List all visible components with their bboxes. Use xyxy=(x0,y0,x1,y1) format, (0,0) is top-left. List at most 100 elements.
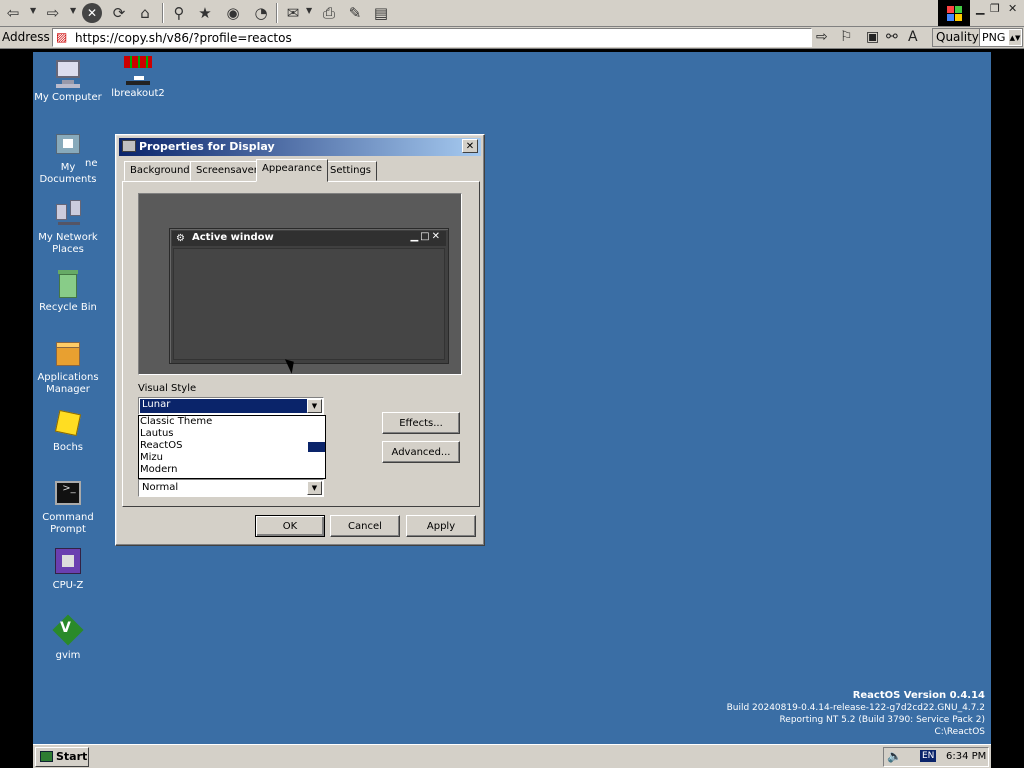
windows-logo-icon xyxy=(938,0,970,26)
url-text: https://copy.sh/v86/?profile=reactos xyxy=(75,31,292,45)
tab-screensaver[interactable]: Screensaver xyxy=(190,161,264,181)
back-dropdown-icon[interactable]: ▼ xyxy=(30,6,36,15)
desktop-icon-command-prompt[interactable]: >_ Command Prompt xyxy=(33,478,103,536)
preview-title-bar: ⚙ Active window ▁□✕ xyxy=(172,231,446,246)
cpu-icon xyxy=(52,546,84,578)
taskbar: Start 🔈 EN 6:34 PM xyxy=(33,744,991,768)
effects-button[interactable]: Effects... xyxy=(382,412,460,434)
style-preview: ⚙ Active window ▁□✕ xyxy=(138,193,462,375)
version-reporting: Reporting NT 5.2 (Build 3790: Service Pa… xyxy=(779,715,985,725)
back-icon[interactable]: ⇦ xyxy=(2,2,24,24)
address-input[interactable]: ▨ https://copy.sh/v86/?profile=reactos xyxy=(52,28,812,47)
save-icon[interactable]: ▣ xyxy=(866,29,879,45)
visual-style-option[interactable]: Mizu xyxy=(139,452,325,464)
tab-appearance[interactable]: Appearance xyxy=(256,159,329,182)
browser-toolbar: ⇦ ▼ ⇨ ▼ ✕ ⟳ ⌂ ⚲ ★ ◉ ◔ ✉ ▼ ⎙ ✎ ▤ ▁ ❐ ✕ xyxy=(0,0,1024,27)
desktop-icon-bochs[interactable]: Bochs xyxy=(33,408,103,454)
preview-client-area xyxy=(173,248,445,360)
terminal-icon: >_ xyxy=(52,478,84,510)
advanced-button[interactable]: Advanced... xyxy=(382,441,460,463)
preview-window-icon: ⚙ xyxy=(176,233,185,244)
quality-button[interactable]: Quality xyxy=(932,28,983,47)
preview-window: ⚙ Active window ▁□✕ xyxy=(169,228,449,364)
vim-icon: V xyxy=(52,614,84,648)
bochs-icon xyxy=(52,408,84,440)
volume-icon[interactable]: 🔈 xyxy=(887,749,902,763)
print-icon[interactable]: ⎙ xyxy=(318,2,340,24)
mail-icon[interactable]: ✉ xyxy=(282,2,304,24)
forward-dropdown-icon[interactable]: ▼ xyxy=(70,6,76,15)
version-path: C:\ReactOS xyxy=(934,727,985,737)
home-icon[interactable]: ⌂ xyxy=(134,2,156,24)
system-tray: 🔈 EN 6:34 PM xyxy=(883,747,989,767)
network-icon xyxy=(52,198,84,230)
selection-highlight xyxy=(308,442,325,452)
visual-style-option[interactable]: Classic Theme xyxy=(139,416,325,428)
color-scheme-select[interactable]: Normal ▼ xyxy=(138,479,324,497)
page-icon: ▨ xyxy=(56,30,68,44)
format-select[interactable]: PNG ▲▼ xyxy=(979,28,1023,47)
desktop-icon-my-computer[interactable]: My Computer xyxy=(33,58,103,104)
bookmark-icon[interactable]: ⚐ xyxy=(840,29,853,45)
tab-settings[interactable]: Settings xyxy=(324,161,378,181)
version-info: ReactOS Version 0.4.14 Build 20240819-0.… xyxy=(727,690,985,738)
dialog-title: Properties for Display xyxy=(139,140,275,153)
dialog-title-bar[interactable]: Properties for Display xyxy=(119,138,481,156)
minimize-icon[interactable]: ▁ xyxy=(976,2,984,15)
format-value: PNG xyxy=(982,31,1006,44)
start-button[interactable]: Start xyxy=(35,747,89,767)
language-indicator[interactable]: EN xyxy=(920,750,937,762)
desktop-icon-cpu-z[interactable]: CPU-Z xyxy=(33,546,103,592)
desktop: My Computer lbreakout2 My Documents ne M… xyxy=(33,52,991,744)
visual-style-label: Visual Style xyxy=(138,383,197,394)
restore-icon[interactable]: ❐ xyxy=(990,2,1000,15)
desktop-icon-network[interactable]: My Network Places xyxy=(33,198,103,256)
favorites-icon[interactable]: ★ xyxy=(194,2,216,24)
ok-button[interactable]: OK xyxy=(255,515,325,537)
partial-icon-label: ne xyxy=(85,158,98,169)
documents-folder-icon xyxy=(52,128,84,160)
recycle-bin-icon xyxy=(52,268,84,300)
visual-style-option[interactable]: Modern xyxy=(139,464,325,476)
edit-icon[interactable]: ✎ xyxy=(344,2,366,24)
app-manager-icon xyxy=(52,338,84,370)
desktop-icon-lbreakout2[interactable]: lbreakout2 xyxy=(103,54,173,100)
go-arrow-icon[interactable]: ⇨ xyxy=(816,29,828,45)
search-icon[interactable]: ⚲ xyxy=(168,2,190,24)
spin-icon: ▲▼ xyxy=(1009,30,1021,45)
clock[interactable]: 6:34 PM xyxy=(946,751,986,762)
refresh-icon[interactable]: ⟳ xyxy=(108,2,130,24)
chevron-down-icon[interactable]: ▼ xyxy=(307,481,322,495)
mail-dropdown-icon[interactable]: ▼ xyxy=(306,6,312,15)
visual-style-select[interactable]: Lunar ▼ xyxy=(138,397,324,415)
address-label: Address xyxy=(2,30,50,44)
preview-window-controls: ▁□✕ xyxy=(410,231,442,242)
stop-icon[interactable]: ✕ xyxy=(82,3,102,23)
game-icon xyxy=(122,54,154,86)
desktop-icon-applications-manager[interactable]: Applications Manager xyxy=(33,338,103,396)
chevron-down-icon[interactable]: ▼ xyxy=(307,399,322,413)
desktop-icon-gvim[interactable]: V gvim xyxy=(33,614,103,662)
history-icon[interactable]: ◉ xyxy=(222,2,244,24)
display-icon xyxy=(122,140,136,152)
media-icon[interactable]: ◔ xyxy=(250,2,272,24)
version-build: Build 20240819-0.4.14-release-122-g7d2cd… xyxy=(726,703,985,713)
text-icon[interactable]: A xyxy=(908,29,918,45)
tab-background[interactable]: Background xyxy=(124,161,196,181)
visual-style-option[interactable]: ReactOS xyxy=(139,440,325,452)
find-icon[interactable]: ⚯ xyxy=(886,29,898,45)
desktop-icon-my-documents[interactable]: My Documents xyxy=(33,128,103,186)
visual-style-dropdown-list: Classic Theme Lautus ReactOS Mizu Modern xyxy=(138,415,326,479)
forward-icon[interactable]: ⇨ xyxy=(42,2,64,24)
dialog-close-button[interactable]: ✕ xyxy=(462,139,478,153)
close-icon[interactable]: ✕ xyxy=(1008,2,1017,15)
visual-style-value: Lunar xyxy=(140,399,308,413)
desktop-icon-recycle-bin[interactable]: Recycle Bin xyxy=(33,268,103,314)
display-properties-dialog: Properties for Display ✕ Background Scre… xyxy=(115,134,485,546)
page-icon[interactable]: ▤ xyxy=(370,2,392,24)
apply-button[interactable]: Apply xyxy=(406,515,476,537)
preview-window-title: Active window xyxy=(192,232,274,243)
cancel-button[interactable]: Cancel xyxy=(330,515,400,537)
address-bar: Address ▨ https://copy.sh/v86/?profile=r… xyxy=(0,27,1024,49)
visual-style-option[interactable]: Lautus xyxy=(139,428,325,440)
